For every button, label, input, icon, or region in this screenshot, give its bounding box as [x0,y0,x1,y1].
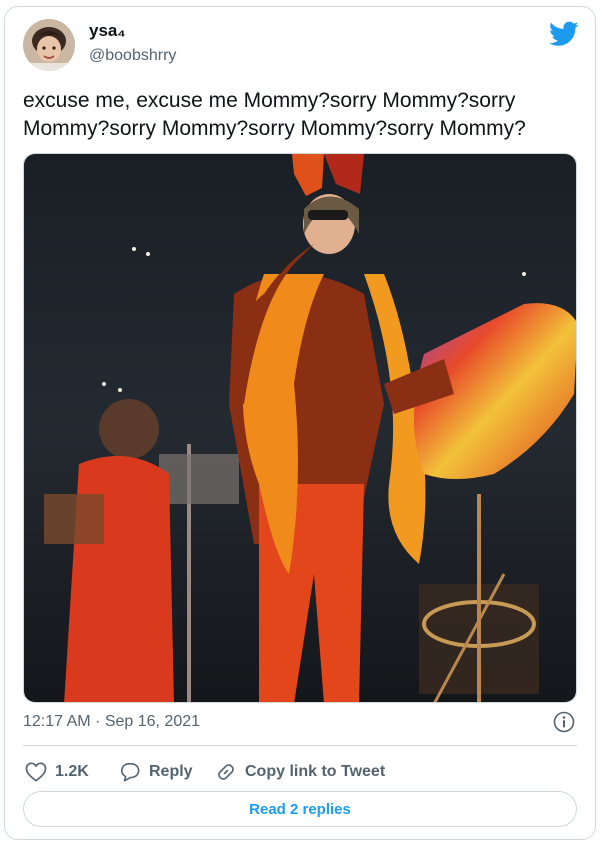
reply-bubble-icon [121,763,140,782]
link-icon [218,764,234,780]
read-replies-label: Read 2 replies [249,800,351,818]
divider [23,745,577,746]
copy-link-label: Copy link to Tweet [245,763,386,780]
info-icon[interactable] [553,711,575,733]
like-count: 1.2K [55,763,89,780]
avatar[interactable] [23,19,75,71]
copy-link-button[interactable]: Copy link to Tweet [215,755,385,789]
like-button[interactable]: 1.2K [25,755,89,789]
read-replies-button[interactable]: Read 2 replies [23,791,577,827]
display-name[interactable]: ysa₄ [89,21,125,41]
tweet-text: excuse me, excuse me Mommy?sorry Mommy?s… [23,89,526,140]
user-handle[interactable]: @boobshrry [89,47,176,65]
tweet-actions: 1.2K Reply Copy link to Tweet [23,755,577,789]
tweet-photo[interactable] [23,153,577,703]
tweet-timestamp[interactable]: 12:17 AM · Sep 16, 2021 [23,713,200,731]
twitter-bird-icon[interactable] [549,21,579,47]
reply-button[interactable]: Reply [119,755,193,789]
reply-label: Reply [149,763,193,780]
heart-icon [25,762,47,782]
tweet-card: ysa₄ @boobshrry excuse me, excuse me Mom… [4,6,596,840]
